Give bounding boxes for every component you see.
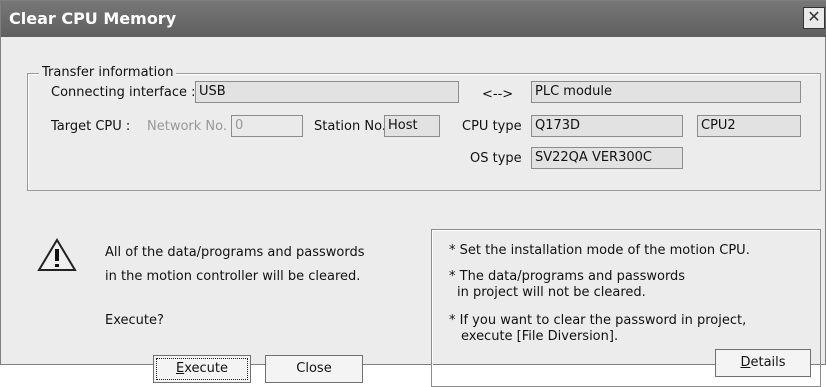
connecting-interface-label: Connecting interface : [51,85,196,100]
note-2-line-1: * The data/programs and passwords [449,269,686,284]
warning-icon [37,238,77,276]
network-no-label: Network No. [147,119,227,134]
message-line-1: All of the data/programs and passwords [105,245,365,260]
close-button[interactable]: Close [265,355,363,383]
dialog-title: Clear CPU Memory [9,9,177,28]
connecting-interface-field: USB [195,81,459,103]
cpu-type-field: Q173D [531,115,683,137]
cpu-slot-field: CPU2 [697,115,801,137]
clear-cpu-memory-dialog: Clear CPU Memory ✕ Transfer information … [0,0,826,387]
execute-prompt: Execute? [105,313,164,328]
close-icon[interactable]: ✕ [803,7,825,29]
transfer-information-legend: Transfer information [39,65,177,80]
title-bar: Clear CPU Memory ✕ [1,1,826,37]
execute-mnemonic: E [176,361,185,376]
details-button[interactable]: Details [715,349,811,377]
dialog-content: Transfer information Connecting interfac… [1,37,825,387]
network-no-field: 0 [231,115,303,137]
message-line-2: in the motion controller will be cleared… [105,269,361,284]
plc-module-field: PLC module [531,81,801,103]
execute-button[interactable]: Execute [153,355,251,383]
cpu-type-label: CPU type [462,119,522,134]
target-cpu-label: Target CPU : [51,119,131,134]
details-mnemonic: D [740,355,751,370]
station-no-label: Station No. [314,119,386,134]
direction-arrow: <--> [482,87,514,102]
execute-label-rest: xecute [184,361,228,376]
note-3-line-1: * If you want to clear the password in p… [449,313,747,328]
os-type-label: OS type [470,151,522,166]
station-no-field: Host [384,115,440,137]
details-label-rest: etails [750,355,786,370]
note-3-line-2: execute [File Diversion]. [461,329,619,344]
note-2-line-2: in project will not be cleared. [457,285,646,300]
os-type-field: SV22QA VER300C [531,147,683,169]
note-1: * Set the installation mode of the motio… [449,243,750,258]
